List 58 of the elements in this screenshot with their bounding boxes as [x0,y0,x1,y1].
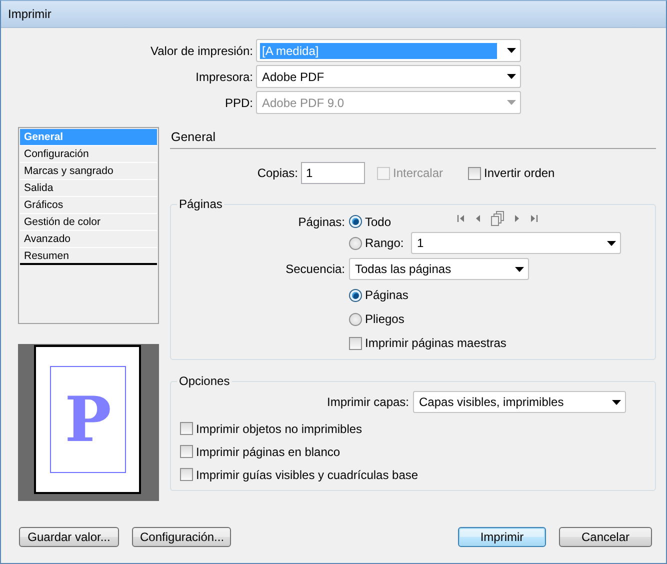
checkbox-label: Imprimir páginas maestras [365,336,506,350]
dropdown[interactable]: Adobe PDF [256,65,521,88]
caret-icon [507,48,516,53]
radio-button[interactable] [349,288,362,302]
caret-icon [612,400,621,404]
dialog-button[interactable]: Imprimir [458,527,546,547]
next-page-icon[interactable] [513,214,522,223]
checkbox-label: Imprimir páginas en blanco [196,444,340,458]
preview-letter: P [64,388,112,450]
sidebar-item[interactable]: Avanzado [20,231,157,248]
radio-button[interactable] [349,215,362,228]
checkbox[interactable] [180,422,193,435]
section-heading: General [170,127,656,149]
checkbox-label: Invertir orden [484,166,555,180]
field-label: Imprimir capas: [326,395,409,409]
group-title: Páginas [178,197,224,211]
checkbox[interactable] [349,336,362,350]
caret-icon [507,74,516,79]
radio-label: Pliegos [365,312,404,326]
group-title: Opciones [178,374,231,388]
sidebar-item[interactable]: Resumen [20,248,157,265]
sidebar-item[interactable]: Salida [20,180,157,197]
dropdown[interactable]: 1 [411,232,621,254]
field-label: Impresora: [194,70,253,84]
field-label: Valor de impresión: [150,44,253,58]
radio-button[interactable] [349,236,362,250]
dropdown[interactable]: Todas las páginas [349,258,529,280]
sidebar-item[interactable]: Gráficos [20,197,157,214]
checkbox-label: Imprimir guías visibles y cuadrículas base [196,468,418,482]
sidebar-item[interactable]: Configuración [20,146,157,163]
first-page-icon[interactable] [457,214,466,223]
field-label: Secuencia: [284,262,346,276]
dialog-button[interactable]: Cancelar [559,527,652,547]
window-title: Imprimir [1,1,666,28]
checkbox-label: Imprimir objetos no imprimibles [196,422,362,436]
dropdown[interactable]: Capas visibles, imprimibles [413,391,626,413]
radio-label: Todo [365,214,392,228]
checkbox[interactable] [180,445,193,458]
sidebar-item[interactable]: Marcas y sangrado [20,163,157,180]
caret-icon [515,266,524,272]
dialog-button[interactable]: Guardar valor... [19,527,119,547]
radio-button[interactable] [349,312,362,326]
checkbox-label: Intercalar [393,166,444,180]
checkbox[interactable] [468,166,482,180]
dialog-button[interactable]: Configuración... [132,527,231,547]
sidebar-item[interactable]: Gestión de color [20,214,157,231]
caret-icon [607,240,616,246]
checkbox[interactable] [180,468,193,481]
radio-label: Rango: [365,236,404,250]
previous-page-icon[interactable] [474,214,482,223]
caret-icon [507,100,516,105]
radio-label: Páginas [365,288,408,302]
last-page-icon[interactable] [530,214,538,223]
pages-icon[interactable] [491,211,504,226]
field-label: Páginas: [297,214,346,228]
field-label: Copias: [256,166,298,180]
field-label: PPD: [224,96,253,110]
input-field[interactable]: 1 [301,162,365,184]
